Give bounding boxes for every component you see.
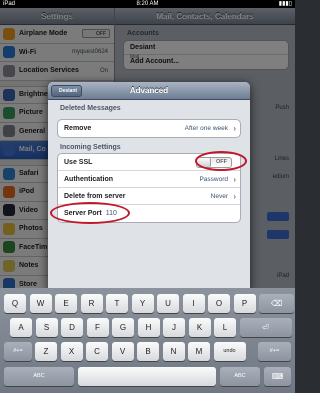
key-n[interactable]: N: [162, 342, 185, 361]
key-q[interactable]: Q: [4, 294, 26, 313]
key-z[interactable]: Z: [35, 342, 57, 361]
space-key[interactable]: [78, 367, 216, 386]
key-p[interactable]: P: [233, 294, 256, 313]
hide-keyboard-key[interactable]: ⌨: [264, 367, 291, 386]
abc-key[interactable]: ABC: [220, 367, 260, 386]
modal-navbar: Desiant Advanced: [48, 82, 250, 100]
modal-title: Advanced: [129, 86, 169, 95]
key-v[interactable]: V: [111, 342, 134, 361]
key-u[interactable]: U: [157, 294, 179, 313]
battery-icon: ▮▮▮▯: [278, 1, 292, 7]
incoming-settings-header: Incoming Settings: [60, 144, 121, 151]
annotation-circle: [195, 151, 247, 171]
remove-value: After one week: [184, 125, 228, 132]
key-g[interactable]: G: [112, 318, 134, 337]
backspace-key[interactable]: ⌫: [259, 294, 294, 313]
key-w[interactable]: W: [29, 294, 52, 313]
key-d[interactable]: D: [61, 318, 83, 337]
advanced-modal: Desiant Advanced Deleted Messages Remove…: [48, 82, 250, 294]
key-k[interactable]: K: [188, 318, 211, 337]
return-key[interactable]: ⏎: [239, 318, 292, 337]
abc-key[interactable]: ABC: [4, 367, 74, 386]
undo-key[interactable]: undo: [213, 342, 246, 361]
key-r[interactable]: R: [80, 294, 103, 313]
key-i[interactable]: I: [182, 294, 205, 313]
key-m[interactable]: M: [188, 342, 210, 361]
clock: 8:20 AM: [136, 1, 159, 7]
key-o[interactable]: O: [208, 294, 230, 313]
delete-from-server-value: Never: [210, 193, 228, 200]
authentication-row[interactable]: Authentication Password ›: [58, 171, 240, 188]
key-c[interactable]: C: [86, 342, 108, 361]
symbols-key[interactable]: #+=: [4, 342, 32, 361]
key-b[interactable]: B: [137, 342, 159, 361]
chevron-right-icon: ›: [233, 124, 236, 133]
symbols-key[interactable]: #+=: [258, 342, 291, 361]
annotation-circle: [50, 202, 130, 224]
key-y[interactable]: Y: [131, 294, 154, 313]
status-bar: iPad 8:20 AM ▮▮▮▯: [0, 0, 295, 8]
key-t[interactable]: T: [106, 294, 128, 313]
chevron-right-icon: ›: [233, 192, 236, 201]
chevron-right-icon: ›: [233, 175, 236, 184]
deleted-messages-header: Deleted Messages: [60, 105, 121, 112]
key-s[interactable]: S: [35, 318, 58, 337]
keyboard: Q W E R T Y U I O P ⌫ A S D F G H J K L ⏎ #+= Z X C V B N Mundo #+= AB…: [0, 288, 295, 393]
key-j[interactable]: J: [163, 318, 185, 337]
key-x[interactable]: X: [60, 342, 83, 361]
key-f[interactable]: F: [86, 318, 109, 337]
authentication-value: Password: [199, 176, 228, 183]
key-l[interactable]: L: [214, 318, 236, 337]
key-e[interactable]: E: [55, 294, 77, 313]
deleted-messages-group: Remove After one week ›: [57, 119, 241, 138]
key-h[interactable]: H: [137, 318, 160, 337]
remove-row[interactable]: Remove After one week ›: [58, 120, 240, 137]
key-a[interactable]: A: [10, 318, 32, 337]
